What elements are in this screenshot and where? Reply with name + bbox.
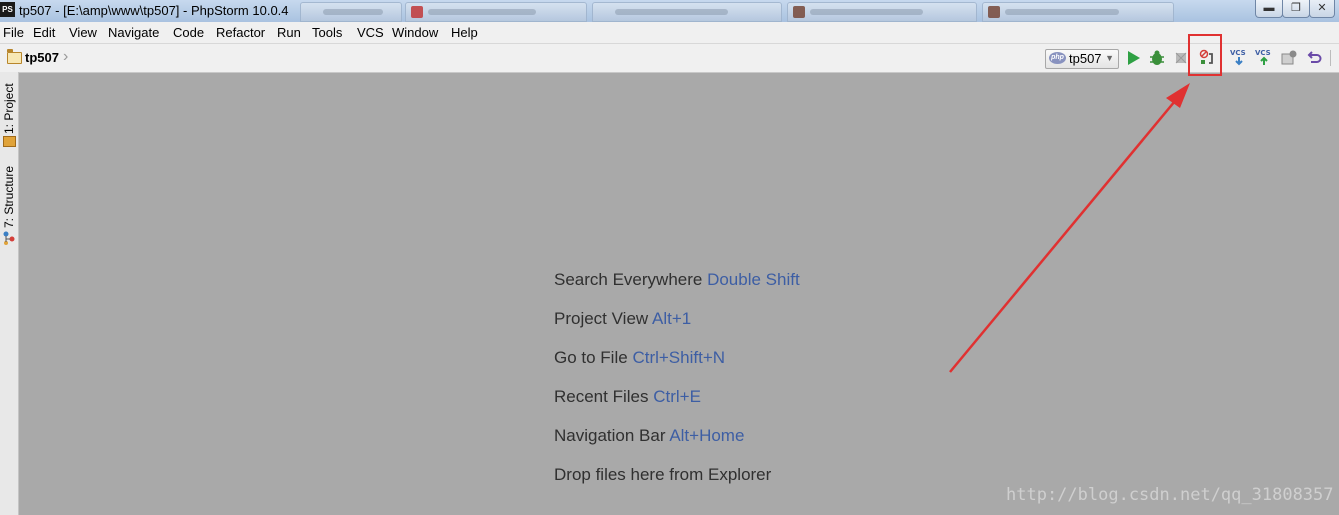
restore-button[interactable]: ❐ bbox=[1282, 0, 1310, 18]
hint-recent-files: Recent Files Ctrl+E bbox=[554, 387, 701, 406]
vcs-commit-icon[interactable]: VCS bbox=[1254, 48, 1274, 68]
menu-vcs[interactable]: VCS bbox=[357, 25, 384, 40]
menu-view[interactable]: View bbox=[69, 25, 97, 40]
shortcut: Ctrl+Shift+N bbox=[632, 348, 726, 367]
shortcut: Alt+1 bbox=[651, 309, 692, 328]
title-bar: PS tp507 - [E:\amp\www\tp507] - PhpStorm… bbox=[0, 0, 1339, 22]
menu-tools[interactable]: Tools bbox=[312, 25, 342, 40]
menu-help[interactable]: Help bbox=[451, 25, 478, 40]
phpstorm-logo-icon: PS bbox=[0, 2, 15, 17]
hint-go-to-file: Go to File Ctrl+Shift+N bbox=[554, 348, 726, 367]
folder-icon bbox=[3, 136, 16, 147]
menu-run[interactable]: Run bbox=[277, 25, 301, 40]
shortcut: Alt+Home bbox=[669, 426, 745, 445]
menu-file[interactable]: File bbox=[3, 25, 24, 40]
chevron-down-icon: ▼ bbox=[1105, 53, 1114, 63]
hint-search-everywhere: Search Everywhere Double Shift bbox=[554, 270, 800, 289]
svg-text:VCS: VCS bbox=[1255, 49, 1271, 57]
tool-window-strip: 1: Project 7: Structure bbox=[0, 72, 19, 515]
sidebar-tab-label: 7: Structure bbox=[2, 165, 16, 228]
menu-navigate[interactable]: Navigate bbox=[108, 25, 159, 40]
run-configuration-label: tp507 bbox=[1069, 51, 1102, 66]
hint-project-view: Project View Alt+1 bbox=[554, 309, 692, 328]
structure-icon bbox=[3, 231, 15, 245]
window-controls: ▬ ❐ ✕ bbox=[1255, 0, 1335, 18]
background-window-tab[interactable] bbox=[405, 2, 587, 22]
menu-window[interactable]: Window bbox=[392, 25, 438, 40]
minimize-button[interactable]: ▬ bbox=[1255, 0, 1283, 18]
run-icon[interactable] bbox=[1123, 48, 1143, 68]
background-window-tab[interactable] bbox=[592, 2, 782, 22]
close-button[interactable]: ✕ bbox=[1309, 0, 1335, 18]
background-window-tab[interactable] bbox=[300, 2, 402, 22]
folder-icon bbox=[6, 49, 22, 64]
background-window-tab[interactable] bbox=[982, 2, 1174, 22]
menu-refactor[interactable]: Refactor bbox=[216, 25, 265, 40]
vcs-history-icon[interactable] bbox=[1279, 48, 1299, 68]
menu-code[interactable]: Code bbox=[173, 25, 204, 40]
annotation-highlight-box bbox=[1188, 34, 1222, 76]
background-window-tab[interactable] bbox=[787, 2, 977, 22]
run-configuration-select[interactable]: php tp507 ▼ bbox=[1045, 49, 1119, 69]
app-icon bbox=[411, 6, 423, 18]
vcs-revert-icon[interactable] bbox=[1304, 48, 1324, 68]
window-title: tp507 - [E:\amp\www\tp507] - PhpStorm 10… bbox=[19, 3, 289, 18]
shortcut: Double Shift bbox=[707, 270, 800, 289]
hint-navigation-bar: Navigation Bar Alt+Home bbox=[554, 426, 745, 445]
hint-drop-files: Drop files here from Explorer bbox=[554, 465, 772, 484]
breadcrumb-separator-icon: › bbox=[63, 48, 69, 65]
breadcrumb-project[interactable]: tp507 bbox=[25, 50, 59, 65]
svg-text:VCS: VCS bbox=[1230, 49, 1246, 57]
menu-bar: File Edit View Navigate Code Refactor Ru… bbox=[0, 22, 1339, 44]
vcs-update-icon[interactable]: VCS bbox=[1229, 48, 1249, 68]
toolbar-separator bbox=[1330, 50, 1331, 66]
sidebar-tab-project[interactable]: 1: Project bbox=[2, 76, 16, 150]
sidebar-tab-structure[interactable]: 7: Structure bbox=[2, 164, 16, 245]
app-icon bbox=[793, 6, 805, 18]
shortcut: Ctrl+E bbox=[653, 387, 701, 406]
watermark: http://blog.csdn.net/qq_31808357 bbox=[1006, 485, 1334, 505]
sidebar-tab-label: 1: Project bbox=[2, 83, 16, 134]
debug-icon[interactable] bbox=[1147, 48, 1167, 68]
menu-edit[interactable]: Edit bbox=[33, 25, 55, 40]
app-icon bbox=[988, 6, 1000, 18]
php-icon: php bbox=[1049, 52, 1066, 64]
